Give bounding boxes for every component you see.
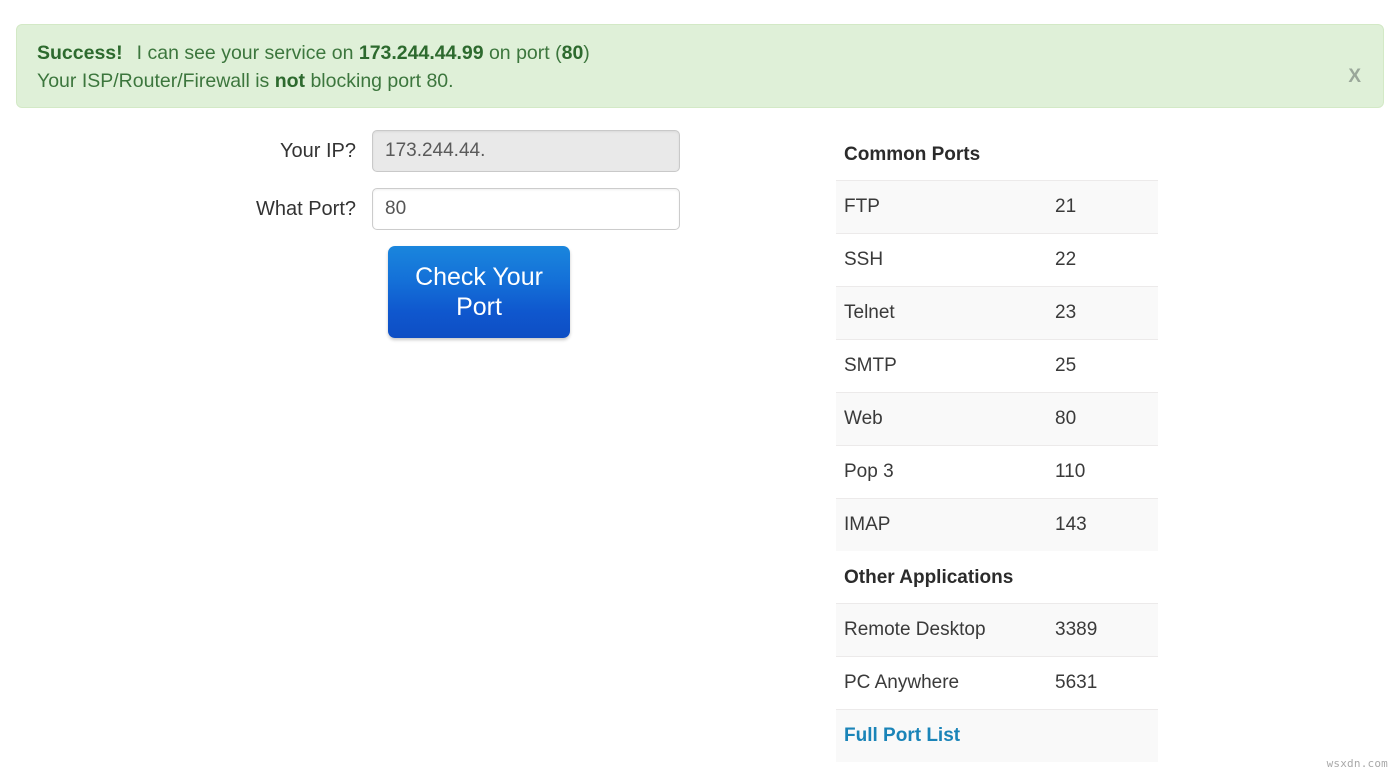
port-number: 23 — [1047, 286, 1158, 340]
port-service-name: IMAP — [836, 498, 1047, 551]
ip-input[interactable] — [372, 130, 680, 172]
ip-field-label: Your IP? — [280, 139, 356, 162]
common-ports-panel: Common Ports FTP 21 SSH 22 Telnet 23 SMTP 25 Web… — [836, 142, 1158, 762]
close-icon[interactable]: X — [1342, 63, 1367, 90]
table-row: SSH 22 — [836, 233, 1158, 287]
port-field-row: What Port? — [0, 188, 760, 230]
table-row[interactable]: Full Port List — [836, 709, 1158, 762]
table-row: SMTP 25 — [836, 339, 1158, 393]
port-service-name: Telnet — [836, 286, 1047, 340]
alert-detected-ip: 173.244.44.99 — [358, 42, 484, 64]
port-number: 110 — [1055, 461, 1086, 482]
table-row: Telnet 23 — [836, 286, 1158, 340]
alert-line2-emphasis: not — [274, 70, 306, 92]
full-port-list-table: Full Port List — [836, 709, 1158, 762]
site-watermark: wsxdn.com — [1326, 757, 1388, 770]
alert-status-label: Success! — [37, 42, 123, 64]
table-row: IMAP 143 — [836, 498, 1158, 551]
port-number: 5631 — [1055, 672, 1098, 693]
port-number: 3389 — [1047, 603, 1158, 657]
alert-line1-pre: I can see your service on — [136, 42, 359, 64]
port-number: 25 — [1055, 355, 1077, 376]
ip-field-row: Your IP? — [0, 130, 760, 172]
alert-detected-port: 80 — [561, 42, 584, 64]
port-service-name: Web — [836, 392, 1047, 446]
alert-line-primary: Success! I can see your service on 173.24… — [37, 39, 1363, 67]
port-service-name: FTP — [836, 180, 1047, 234]
full-port-list-link[interactable]: Full Port List — [844, 725, 960, 746]
port-service-name: Remote Desktop — [836, 603, 1047, 657]
success-alert-banner: Success! I can see your service on 173.24… — [16, 24, 1384, 108]
port-service-name: SSH — [844, 249, 884, 270]
port-number: 143 — [1047, 498, 1158, 551]
port-service-name: SMTP — [844, 355, 897, 376]
table-row: PC Anywhere 5631 — [836, 656, 1158, 710]
check-your-port-button[interactable]: Check Your Port — [388, 246, 570, 338]
table-row: Pop 3 110 — [836, 445, 1158, 499]
port-service-name: Pop 3 — [844, 461, 894, 482]
common-ports-table: FTP 21 SSH 22 Telnet 23 SMTP 25 Web 80 Pop 3 110 IMA… — [836, 180, 1158, 551]
other-applications-table: Remote Desktop 3389 PC Anywhere 5631 — [836, 603, 1158, 709]
common-ports-tbody: FTP 21 SSH 22 Telnet 23 SMTP 25 Web 80 Pop 3 110 IMA… — [836, 180, 1158, 551]
alert-line2-post: blocking port 80. — [305, 70, 454, 92]
other-applications-heading: Other Applications — [844, 567, 1014, 588]
port-field-label: What Port? — [255, 197, 356, 220]
port-number: 21 — [1047, 180, 1158, 234]
port-number: 80 — [1047, 392, 1158, 446]
alert-line1-mid: on port ( — [483, 42, 562, 64]
table-row: Remote Desktop 3389 — [836, 603, 1158, 657]
submit-row: Check Your Port — [0, 246, 760, 338]
alert-line-secondary: Your ISP/Router/Firewall is not blocking… — [37, 67, 1363, 95]
other-applications-tbody: Remote Desktop 3389 PC Anywhere 5631 — [836, 603, 1158, 710]
alert-line2-pre: Your ISP/Router/Firewall is — [37, 70, 275, 92]
table-row: Web 80 — [836, 392, 1158, 446]
full-port-list-cell: Full Port List — [836, 709, 1158, 762]
table-row: FTP 21 — [836, 180, 1158, 234]
port-number: 22 — [1055, 249, 1077, 270]
port-input[interactable] — [372, 188, 680, 230]
common-ports-heading: Common Ports — [844, 144, 981, 165]
alert-line1-post: ) — [583, 42, 590, 64]
port-check-form: Your IP? What Port? Check Your Port — [0, 130, 760, 338]
port-service-name: PC Anywhere — [844, 672, 960, 693]
